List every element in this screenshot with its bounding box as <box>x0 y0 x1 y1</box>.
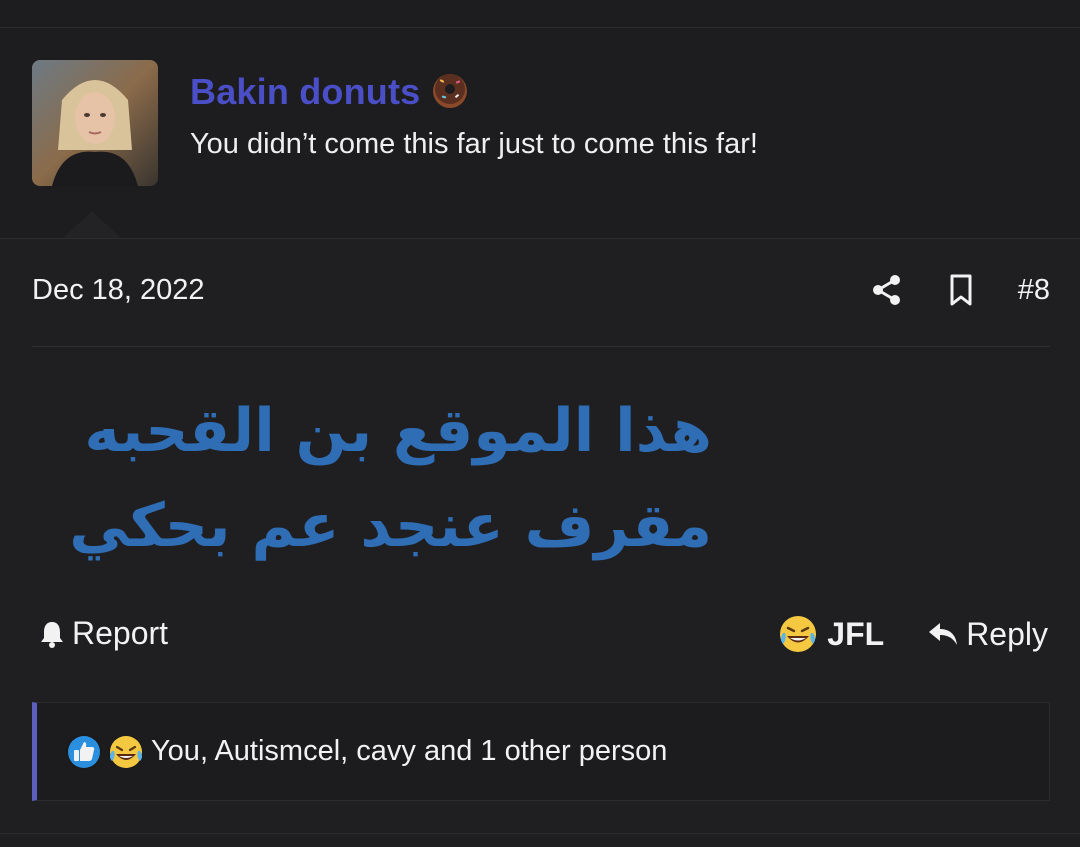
bell-icon <box>36 618 68 650</box>
author-signature: You didn’t come this far just to come th… <box>190 128 758 160</box>
reactions-bar[interactable]: You, Autismcel, cavy and 1 other person <box>32 702 1050 801</box>
avatar-image <box>32 60 158 186</box>
donut-icon <box>430 70 470 110</box>
like-icon <box>66 733 102 770</box>
report-button[interactable]: Report <box>36 615 168 652</box>
author-name[interactable]: Bakin donuts <box>190 70 470 113</box>
post-actions: #8 <box>870 273 1050 307</box>
post-divider <box>32 346 1050 347</box>
post-container: Dec 18, 2022 #8 هذا الموقع بن القحبه مقر… <box>0 239 1080 847</box>
avatar[interactable] <box>32 60 158 186</box>
reply-label[interactable]: Reply <box>966 616 1048 653</box>
laughing-crying-icon <box>780 616 817 652</box>
bottom-divider <box>0 833 1080 834</box>
report-label[interactable]: Report <box>72 615 168 652</box>
post-number-link[interactable]: #8 <box>1018 274 1050 307</box>
share-icon[interactable] <box>870 273 904 307</box>
post-body: هذا الموقع بن القحبه مقرف عنجد عم بحكي <box>69 396 712 561</box>
jfl-button[interactable]: JFL <box>777 613 884 655</box>
reactions-summary[interactable]: You, Autismcel, cavy and 1 other person <box>151 735 667 768</box>
reply-button[interactable]: Reply <box>926 616 1048 653</box>
user-header: Bakin donuts You didn’t come this far ju… <box>0 28 1080 239</box>
post-date[interactable]: Dec 18, 2022 <box>32 274 205 307</box>
laughing-crying-icon <box>110 735 142 768</box>
header-pointer <box>62 211 122 239</box>
author-name-text[interactable]: Bakin donuts <box>190 71 420 112</box>
jfl-label[interactable]: JFL <box>827 616 884 653</box>
reply-icon <box>929 623 958 645</box>
footer-actions: JFL Reply <box>777 613 1048 655</box>
bookmark-icon[interactable] <box>944 273 978 307</box>
